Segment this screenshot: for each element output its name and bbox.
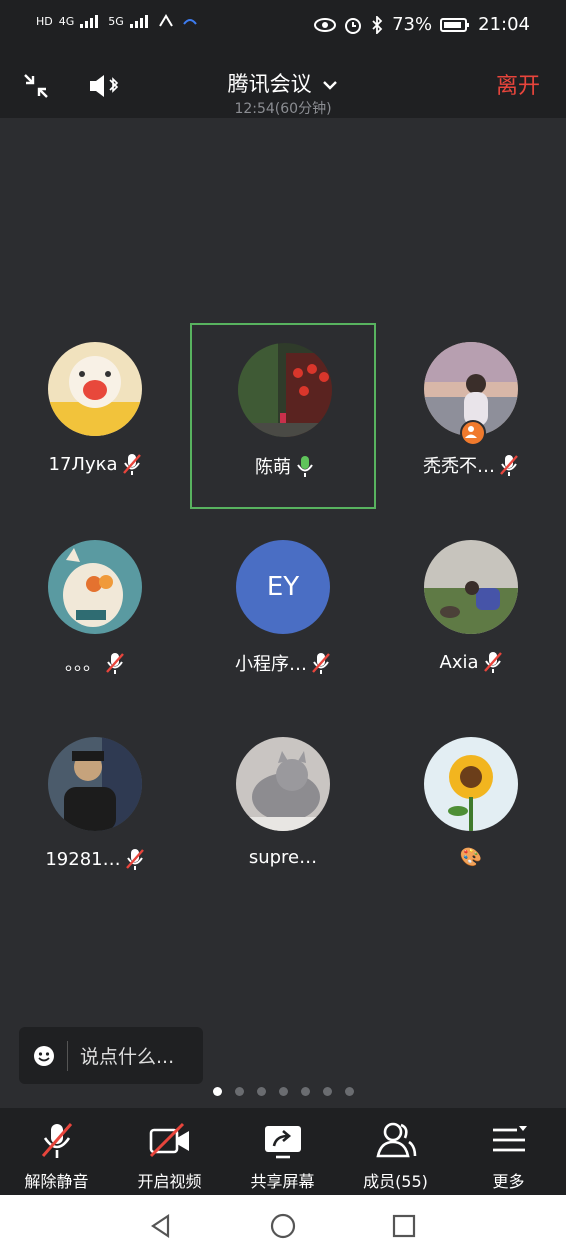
participant-name: 陈萌 (255, 457, 291, 478)
divider (67, 1040, 68, 1071)
members-icon (375, 1122, 416, 1158)
avatar (424, 540, 518, 634)
chat-placeholder: 说点什么... (80, 1046, 175, 1068)
avatar-initials: EY (236, 540, 330, 634)
status-bar: HD 4G 5G 73% 21:04 (0, 0, 566, 54)
avatar (48, 540, 142, 634)
home-icon[interactable] (270, 1213, 296, 1239)
cloud-icon (183, 19, 197, 25)
avatar (48, 737, 142, 831)
participant-name: 。。。 (65, 654, 101, 675)
more-menu-icon (492, 1126, 527, 1152)
signal-icon-2 (129, 15, 148, 28)
chevron-down-icon (323, 81, 338, 90)
mic-muted-icon (41, 1123, 72, 1158)
share-screen-icon (264, 1126, 301, 1159)
page-dot[interactable] (300, 1087, 310, 1096)
emoji-icon (34, 1045, 54, 1066)
members-button[interactable]: 成员(55) (339, 1120, 452, 1192)
start-video-button[interactable]: 开启视频 (113, 1120, 226, 1192)
page-dot[interactable] (278, 1087, 288, 1096)
system-nav-bar (0, 1195, 566, 1255)
mic-muted-icon (125, 849, 144, 870)
avatar (48, 342, 142, 436)
participant-name-row: supre… (190, 847, 376, 868)
system-indicators: 73% 21:04 (314, 14, 530, 35)
link-icon (158, 14, 173, 27)
participant-name-row: 小程序… (190, 650, 376, 676)
bluetooth-icon (372, 15, 383, 34)
battery-percent: 73% (392, 14, 433, 35)
participant-tile[interactable]: 🎨 (378, 719, 564, 905)
participant-name: Axia (439, 651, 479, 673)
participant-name-row: Axia (378, 650, 564, 674)
mic-muted-icon (106, 653, 124, 674)
participant-name-row: 19281… (2, 847, 188, 871)
mic-muted-icon (312, 653, 330, 674)
recents-icon[interactable] (391, 1213, 417, 1239)
page-dot[interactable] (256, 1087, 266, 1096)
share-screen-button[interactable]: 共享屏幕 (226, 1120, 339, 1192)
more-label: 更多 (492, 1172, 525, 1191)
meeting-title[interactable]: 腾讯会议 (0, 68, 566, 98)
leave-button[interactable]: 离开 (496, 68, 540, 100)
4g-label: 4G (58, 14, 75, 28)
back-icon[interactable] (148, 1213, 174, 1239)
page-dot[interactable] (322, 1087, 332, 1096)
participant-tile[interactable]: supre… (190, 719, 376, 905)
participant-tile-active-speaker[interactable]: 陈萌 (190, 323, 376, 509)
participant-tile[interactable]: 17Лука (2, 324, 188, 510)
avatar (236, 737, 330, 831)
alarm-icon (345, 17, 362, 34)
meeting-duration: 12:54(60分钟) (234, 101, 332, 117)
mic-muted-icon (122, 454, 141, 475)
chat-input-box[interactable]: 说点什么... (19, 1027, 203, 1084)
participant-tile[interactable]: 19281… (2, 719, 188, 905)
participant-tile[interactable]: Axia (378, 522, 564, 708)
meeting-title-text: 腾讯会议 (227, 72, 312, 96)
participant-tile[interactable]: 秃秃不… (378, 324, 564, 510)
meeting-header: 腾讯会议 12:54(60分钟) 离开 (0, 54, 566, 118)
mic-muted-icon (500, 455, 518, 476)
unmute-label: 解除静音 (24, 1172, 89, 1191)
5g-label: 5G (108, 14, 124, 28)
participant-name: 秃秃不… (423, 456, 495, 477)
avatar (238, 343, 332, 437)
signal-icon (80, 15, 99, 28)
participant-name: 17Лука (48, 453, 118, 475)
members-label: 成员(55) (363, 1172, 428, 1191)
avatar-initials-text: EY (266, 572, 300, 602)
page-dot[interactable] (234, 1087, 244, 1096)
participant-name-row: 陈萌 (192, 453, 378, 479)
video-off-icon (149, 1122, 189, 1158)
participant-tile[interactable]: 。。。 (2, 522, 188, 708)
participant-name-row: 。。。 (2, 650, 188, 676)
mic-muted-icon (483, 652, 502, 673)
share-screen-label: 共享屏幕 (250, 1172, 315, 1191)
unmute-button[interactable]: 解除静音 (0, 1120, 113, 1192)
meeting-toolbar: 解除静音 开启视频 共享屏幕 成员(55) 更多 (0, 1108, 566, 1195)
battery-icon (440, 17, 470, 32)
start-video-label: 开启视频 (137, 1172, 202, 1191)
more-button[interactable]: 更多 (452, 1120, 565, 1192)
participant-tile[interactable]: EY 小程序… (190, 522, 376, 708)
participant-name: 小程序… (235, 654, 307, 675)
page-indicator[interactable] (0, 1087, 566, 1096)
mic-active-icon (297, 456, 313, 477)
participant-name-row: 17Лука (2, 452, 188, 476)
hd-label: HD (36, 14, 53, 28)
participant-name-row: 秃秃不… (378, 452, 564, 478)
participant-name: 19281… (45, 848, 121, 870)
eye-icon (314, 17, 337, 32)
participant-name: 🎨 (459, 847, 483, 868)
clock: 21:04 (478, 14, 530, 35)
page-dot-active[interactable] (212, 1087, 222, 1096)
participant-name: supre… (248, 847, 318, 868)
participant-name-row: 🎨 (378, 847, 564, 868)
avatar (424, 737, 518, 831)
host-badge-icon (460, 420, 486, 446)
signal-indicators: HD 4G 5G (36, 14, 198, 28)
page-dot[interactable] (344, 1087, 354, 1096)
